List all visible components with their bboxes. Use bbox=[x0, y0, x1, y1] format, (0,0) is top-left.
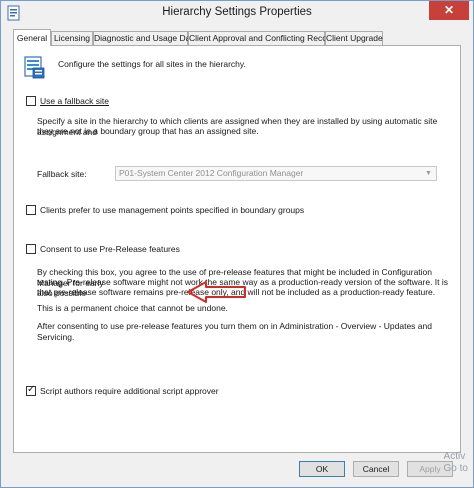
fallback-site-value: P01-System Center 2012 Configuration Man… bbox=[119, 168, 304, 178]
tab-diagnostic-usage[interactable]: Diagnostic and Usage Data bbox=[93, 31, 197, 45]
script-approver-checkbox[interactable] bbox=[26, 384, 36, 396]
intro-text: Configure the settings for all sites in … bbox=[58, 59, 246, 69]
mgmt-points-label[interactable]: Clients prefer to use management points … bbox=[40, 205, 304, 216]
watermark-line1: Activ bbox=[443, 451, 466, 462]
chevron-down-icon: ▼ bbox=[425, 170, 432, 177]
red-arrow-annotation-icon bbox=[187, 281, 246, 303]
watermark-line2: Go to bbox=[443, 463, 468, 474]
mgmt-points-checkbox[interactable] bbox=[26, 205, 36, 215]
tab-client-upgrade[interactable]: Client Upgrade bbox=[325, 31, 383, 45]
tab-general[interactable]: General bbox=[13, 29, 51, 46]
fallback-site-label[interactable]: Use a fallback site bbox=[40, 96, 109, 107]
title-bar: Hierarchy Settings Properties ✕ bbox=[1, 1, 473, 25]
ok-button[interactable]: OK bbox=[299, 461, 345, 477]
prerelease-label[interactable]: Consent to use Pre-Release features bbox=[40, 244, 180, 255]
properties-dialog: Hierarchy Settings Properties ✕ General … bbox=[0, 0, 474, 488]
fallback-site-select[interactable]: P01-System Center 2012 Configuration Man… bbox=[115, 166, 437, 181]
prerelease-text-line4: This is a permanent choice that cannot b… bbox=[37, 303, 228, 313]
close-button[interactable]: ✕ bbox=[429, 1, 469, 20]
hierarchy-settings-icon bbox=[24, 56, 45, 79]
fallback-description-line2: they are not in a boundary group that ha… bbox=[37, 126, 259, 136]
script-approver-label[interactable]: Script authors require additional script… bbox=[40, 386, 219, 397]
window-title: Hierarchy Settings Properties bbox=[162, 6, 312, 18]
tab-licensing[interactable]: Licensing bbox=[51, 31, 93, 45]
activation-watermark: Activ Go to bbox=[444, 451, 468, 475]
close-icon: ✕ bbox=[443, 3, 455, 17]
cancel-button[interactable]: Cancel bbox=[353, 461, 399, 477]
general-tab-panel: Configure the settings for all sites in … bbox=[13, 45, 461, 453]
prerelease-checkbox[interactable] bbox=[26, 244, 36, 254]
fallback-site-field-label: Fallback site: bbox=[37, 169, 87, 179]
fallback-site-checkbox[interactable] bbox=[26, 96, 36, 106]
prerelease-text-line5: After consenting to use pre-release feat… bbox=[37, 321, 432, 342]
tab-client-approval[interactable]: Client Approval and Conflicting Records bbox=[188, 31, 339, 45]
